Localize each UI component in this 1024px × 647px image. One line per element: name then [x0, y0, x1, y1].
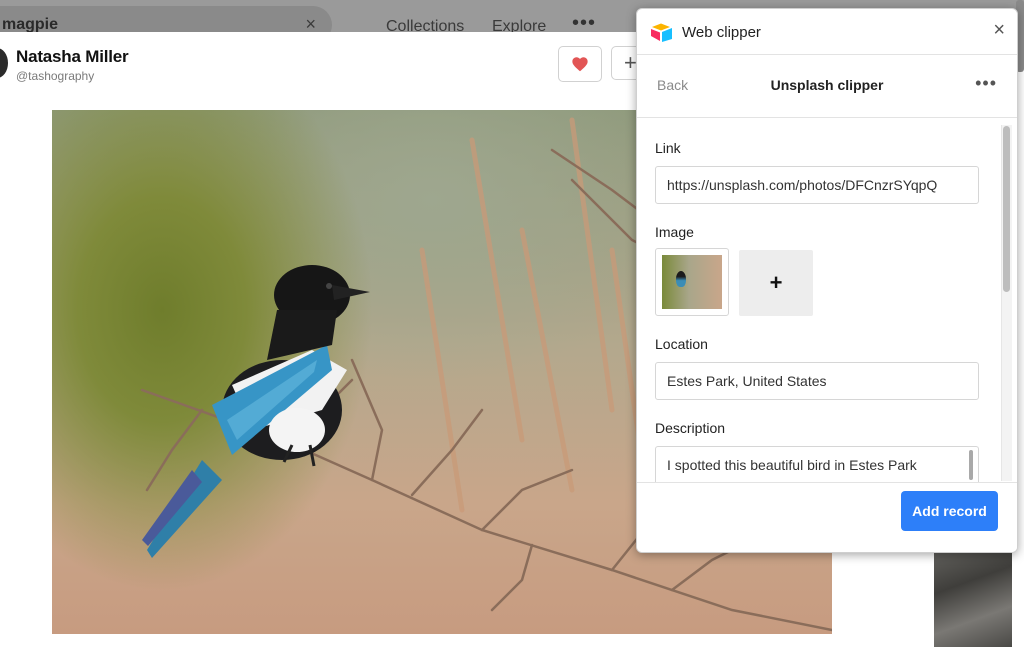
link-label: Link [655, 140, 681, 156]
author-name[interactable]: Natasha Miller [16, 47, 129, 67]
close-icon[interactable]: × [993, 19, 1005, 42]
location-field[interactable]: Estes Park, United States [655, 362, 979, 400]
add-record-button[interactable]: Add record [901, 491, 998, 531]
clipper-subheader: Back Unsplash clipper ••• [637, 55, 1017, 118]
web-clipper-panel: Web clipper × Back Unsplash clipper ••• … [636, 8, 1018, 553]
author-handle[interactable]: @tashography [16, 69, 94, 83]
description-field[interactable]: I spotted this beautiful bird in Estes P… [655, 446, 979, 482]
location-label: Location [655, 336, 708, 352]
link-field[interactable]: https://unsplash.com/photos/DFCnzrSYqpQ [655, 166, 979, 204]
clipper-scrollbar-thumb[interactable] [1003, 126, 1010, 292]
clipper-form: Link https://unsplash.com/photos/DFCnzrS… [637, 118, 1017, 482]
clipper-title: Web clipper [682, 24, 761, 41]
image-label: Image [655, 224, 694, 240]
like-button[interactable] [558, 46, 602, 82]
thumbnail-preview [662, 255, 722, 309]
thumbnail-bird [676, 271, 686, 287]
clipper-header: Web clipper × [637, 9, 1017, 55]
heart-icon [572, 57, 588, 72]
more-options-icon[interactable]: ••• [975, 73, 997, 94]
image-thumbnail[interactable] [655, 248, 729, 316]
clipper-name: Unsplash clipper [770, 77, 884, 93]
airtable-logo-icon [651, 23, 672, 42]
description-label: Description [655, 420, 726, 436]
text-cursor [969, 450, 973, 480]
related-photo-thumbnail[interactable] [934, 540, 1012, 647]
add-image-button[interactable]: + [739, 250, 813, 316]
